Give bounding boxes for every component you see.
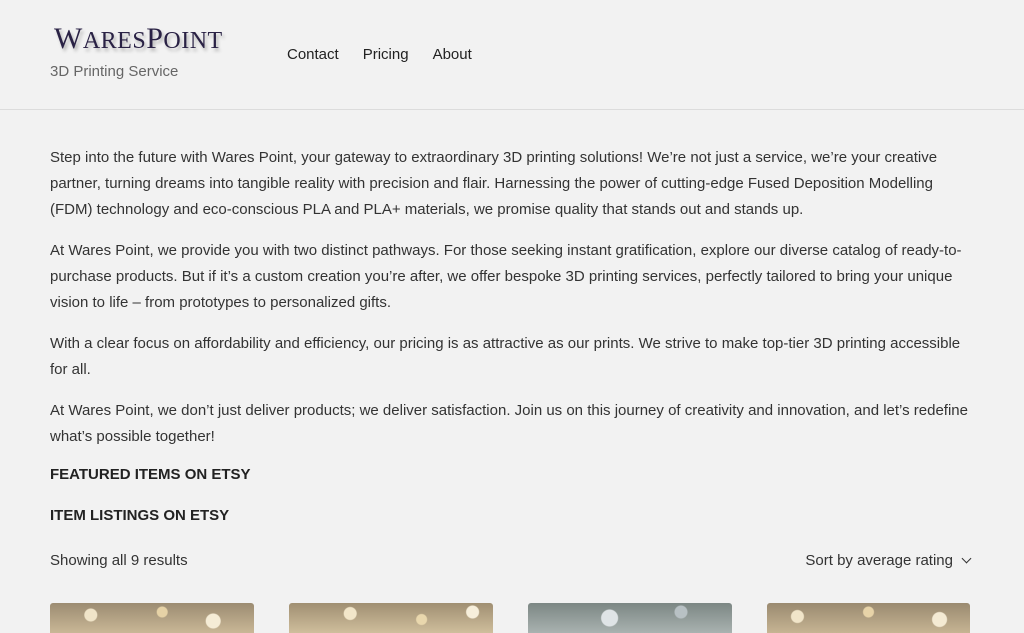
chevron-down-icon (961, 553, 972, 564)
logo-letter-w: W (54, 22, 83, 55)
intro-content: Step into the future with Wares Point, y… (50, 145, 974, 547)
intro-paragraph-2: At Wares Point, we provide you with two … (50, 242, 962, 311)
site-logo[interactable]: WARESPOINT (54, 22, 223, 56)
nav-link-contact[interactable]: Contact (287, 46, 339, 63)
intro-paragraph-3: With a clear focus on affordability and … (50, 335, 961, 378)
site-tagline: 3D Printing Service (50, 63, 179, 80)
product-grid (50, 603, 970, 633)
item-listings-heading: ITEM LISTINGS ON ETSY (50, 507, 230, 524)
shop-toolbar: Showing all 9 results Sort by average ra… (50, 551, 974, 573)
logo-text-oint: OINT (163, 28, 223, 54)
nav-link-pricing[interactable]: Pricing (363, 46, 409, 63)
sort-select[interactable]: Sort by average rating (805, 552, 974, 569)
site-header: WARESPOINT 3D Printing Service Contact P… (0, 0, 1024, 110)
logo-letter-p: P (146, 22, 164, 55)
sort-selected-value: Sort by average rating (805, 552, 953, 569)
main-nav: Contact Pricing About (287, 46, 472, 63)
results-count: Showing all 9 results (50, 552, 188, 569)
featured-items-heading: FEATURED ITEMS ON ETSY (50, 466, 251, 483)
intro-paragraph-4: At Wares Point, we don’t just deliver pr… (50, 402, 968, 445)
nav-link-about[interactable]: About (433, 46, 472, 63)
intro-paragraph-1: Step into the future with Wares Point, y… (50, 149, 938, 218)
logo-text-ares: ARES (82, 28, 147, 54)
